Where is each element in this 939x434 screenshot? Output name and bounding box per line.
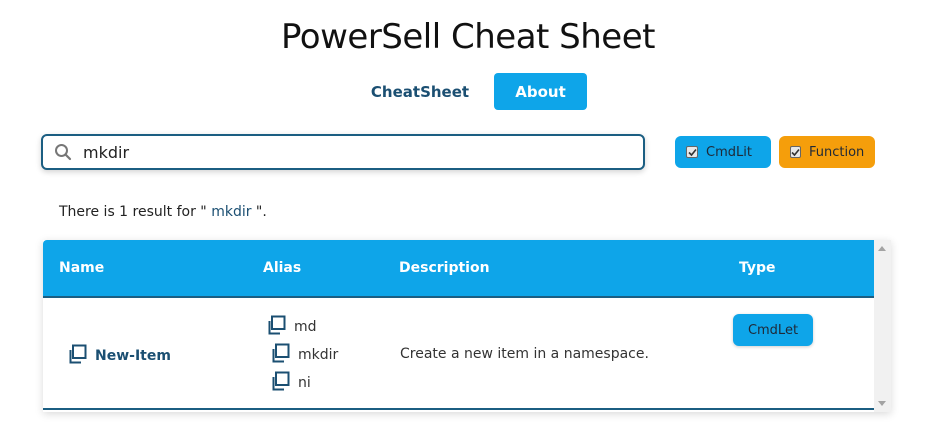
filter-label-cmdlit: CmdLit — [706, 144, 752, 160]
copy-icon[interactable] — [270, 343, 290, 367]
copy-icon[interactable] — [266, 315, 286, 339]
filter-cmdlit[interactable]: CmdLit — [675, 136, 771, 168]
scroll-down-arrow-icon[interactable] — [878, 401, 886, 406]
tab-cheatsheet[interactable]: CheatSheet — [356, 73, 484, 110]
nav-tabs: CheatSheet About — [356, 73, 587, 110]
alias-label: ni — [298, 375, 311, 391]
column-header-description[interactable]: Description — [399, 260, 490, 276]
search-input[interactable] — [83, 142, 623, 162]
filter-function[interactable]: Function — [779, 136, 875, 168]
results-table: Name Alias Description Type New-Item md — [43, 240, 891, 412]
alias-label: md — [294, 319, 317, 335]
copy-icon[interactable] — [67, 344, 87, 368]
column-header-type[interactable]: Type — [739, 260, 776, 276]
table-header: Name Alias Description Type — [43, 240, 874, 298]
scroll-up-arrow-icon[interactable] — [878, 246, 886, 251]
alias-item: ni — [270, 371, 311, 395]
search-icon — [43, 143, 83, 161]
vertical-scrollbar[interactable] — [874, 240, 891, 412]
filter-label-function: Function — [809, 144, 865, 160]
page-title: PowerSell Cheat Sheet — [281, 17, 655, 57]
tab-about[interactable]: About — [494, 73, 587, 110]
description-cell: Create a new item in a namespace. — [400, 346, 649, 362]
checkbox-function[interactable] — [790, 146, 801, 158]
type-badge-button[interactable]: CmdLet — [733, 314, 813, 346]
column-header-name[interactable]: Name — [59, 260, 104, 276]
result-summary: There is 1 result for " mkdir ". — [59, 204, 267, 220]
name-cell: New-Item — [67, 344, 171, 368]
result-query: mkdir — [211, 204, 252, 220]
column-header-alias[interactable]: Alias — [263, 260, 301, 276]
result-prefix: There is 1 result for " — [59, 204, 212, 220]
checkbox-cmdlit[interactable] — [686, 146, 698, 158]
table-row: New-Item md mkdir ni Create a new item i… — [43, 298, 874, 410]
alias-item: md — [266, 315, 317, 339]
copy-icon[interactable] — [270, 371, 290, 395]
alias-label: mkdir — [298, 347, 339, 363]
alias-item: mkdir — [270, 343, 338, 367]
command-name[interactable]: New-Item — [95, 348, 171, 364]
search-box — [41, 134, 645, 170]
result-suffix: ". — [251, 204, 267, 220]
